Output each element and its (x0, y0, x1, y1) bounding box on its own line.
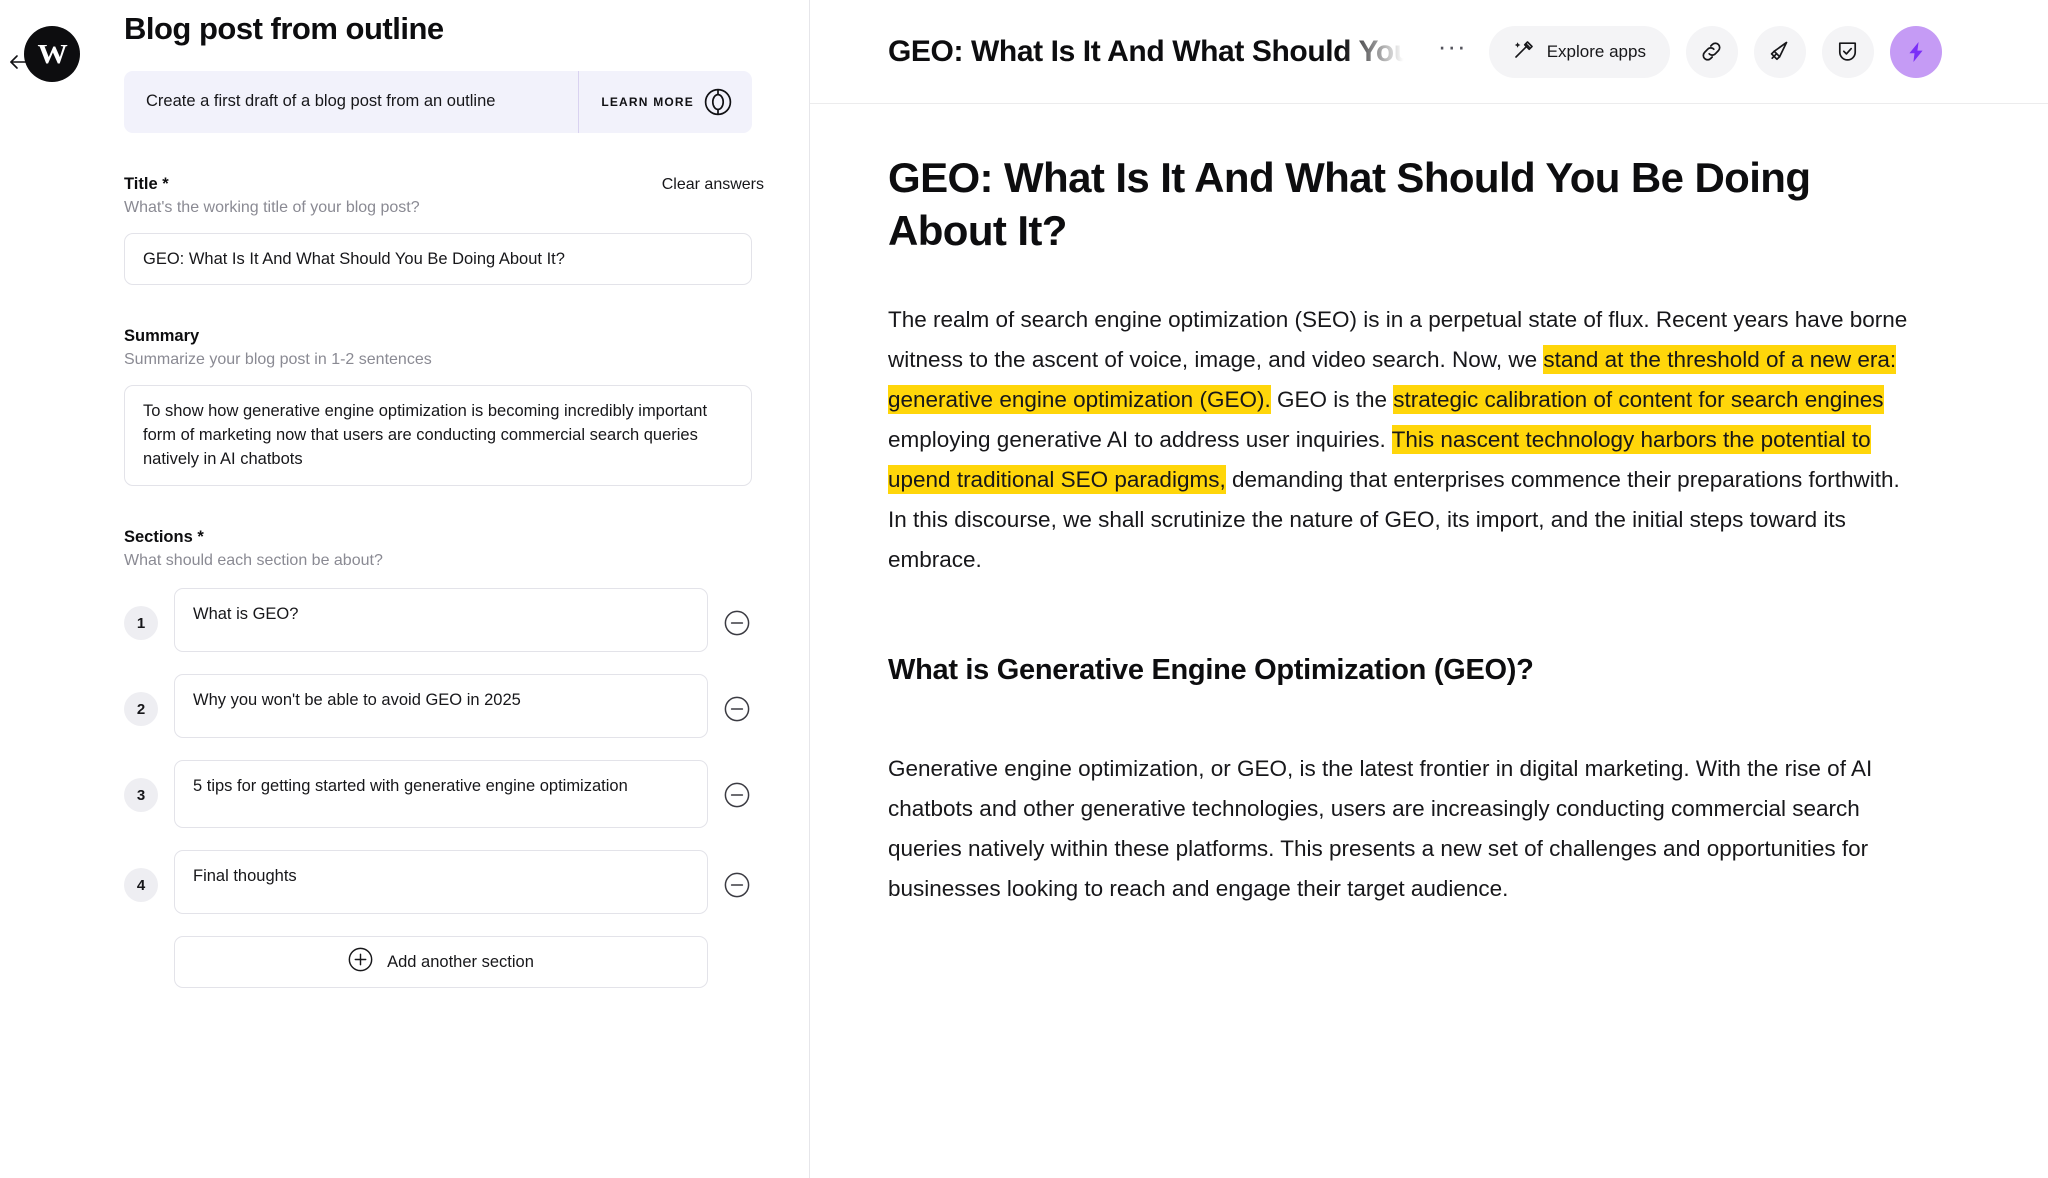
field-sections-label: Sections * (124, 528, 204, 547)
field-sections-header: Sections * (124, 528, 764, 547)
section-row: 2 Why you won't be able to avoid GEO in … (124, 674, 764, 739)
section-input[interactable]: Final thoughts (174, 850, 708, 915)
document-paragraph-2: Generative engine optimization, or GEO, … (888, 756, 1873, 902)
page-title: Blog post from outline (124, 11, 444, 46)
document-toolbar: GEO: What Is It And What Should You ··· … (810, 0, 2048, 104)
paragraph-text-part: GEO is the (1270, 386, 1394, 412)
document-heading-2: What is Generative Engine Optimization (… (888, 654, 1534, 687)
section-row: 4 Final thoughts (124, 850, 764, 915)
document-heading-1: GEO: What Is It And What Should You Be D… (888, 154, 1811, 254)
section-number: 4 (124, 868, 158, 903)
form-column: Blog post from outline Create a first dr… (124, 0, 764, 989)
writer-logo[interactable]: W (24, 26, 80, 82)
document-more-options-button[interactable]: ··· (1438, 33, 1467, 63)
learn-more-label: LEARN MORE (601, 95, 694, 110)
plus-circle-icon (348, 947, 373, 977)
field-summary-hint: Summarize your blog post in 1-2 sentence… (124, 351, 432, 369)
document-panel: GEO: What Is It And What Should You ··· … (810, 0, 2048, 1178)
outline-form-panel: W Blog post from outline Create a first … (0, 0, 810, 1178)
section-input[interactable]: Why you won't be able to avoid GEO in 20… (174, 674, 708, 739)
section-number: 3 (124, 778, 158, 813)
paragraph-text-part: employing generative AI to address user … (888, 426, 1392, 452)
sections-list: 1 What is GEO? 2 Why you won't be able t… (124, 588, 764, 989)
link-icon[interactable] (1685, 25, 1738, 78)
magic-pen-icon (1513, 38, 1535, 65)
minus-circle-icon[interactable] (724, 696, 750, 722)
document-body[interactable]: GEO: What Is It And What Should You Be D… (810, 104, 2048, 1178)
template-description-banner: Create a first draft of a blog post from… (124, 71, 752, 134)
learn-more-button[interactable]: LEARN MORE (579, 88, 752, 116)
lifebuoy-icon (704, 88, 732, 116)
field-summary: Summary Summarize your blog post in 1-2 … (124, 327, 764, 487)
minus-circle-icon[interactable] (724, 610, 750, 636)
megaphone-icon[interactable] (1753, 25, 1806, 78)
field-summary-header: Summary (124, 327, 764, 346)
section-number: 2 (124, 692, 158, 727)
logo-wordmark: W (37, 38, 67, 69)
field-summary-label: Summary (124, 327, 200, 346)
minus-circle-icon[interactable] (724, 782, 750, 808)
section-input[interactable]: 5 tips for getting started with generati… (174, 760, 708, 829)
field-sections-hint: What should each section be about? (124, 552, 383, 570)
explore-apps-button[interactable]: Explore apps (1488, 25, 1670, 78)
section-row: 1 What is GEO? (124, 588, 764, 653)
minus-circle-icon[interactable] (724, 872, 750, 898)
section-row: 3 5 tips for getting started with genera… (124, 760, 764, 829)
lightning-bolt-icon[interactable] (1889, 25, 1942, 78)
document-paragraph-1: The realm of search engine optimization … (888, 300, 1923, 580)
add-another-section-label: Add another section (387, 952, 534, 971)
document-title-wrap: GEO: What Is It And What Should You (888, 33, 1412, 70)
field-title: Title * Clear answers What's the working… (124, 175, 764, 286)
document-title[interactable]: GEO: What Is It And What Should You (888, 34, 1412, 70)
field-sections: Sections * What should each section be a… (124, 528, 764, 989)
highlight-2: strategic calibration of content for sea… (1393, 384, 1884, 414)
title-input[interactable]: GEO: What Is It And What Should You Be D… (124, 233, 752, 286)
add-another-section-button[interactable]: Add another section (174, 936, 708, 989)
shield-check-icon[interactable] (1821, 25, 1874, 78)
explore-apps-label: Explore apps (1546, 41, 1646, 61)
app-root: W Blog post from outline Create a first … (0, 0, 2048, 1178)
clear-answers-button[interactable]: Clear answers (662, 176, 764, 194)
section-input[interactable]: What is GEO? (174, 588, 708, 653)
field-title-hint: What's the working title of your blog po… (124, 199, 420, 217)
summary-textarea[interactable]: To show how generative engine optimizati… (124, 385, 752, 487)
field-title-label: Title * (124, 175, 169, 194)
template-description-text: Create a first draft of a blog post from… (146, 92, 496, 111)
section-number: 1 (124, 606, 158, 641)
field-title-header: Title * Clear answers (124, 175, 764, 194)
